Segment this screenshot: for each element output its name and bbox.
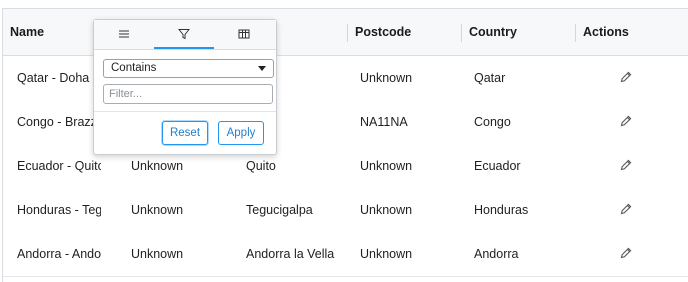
menu-icon (119, 30, 129, 38)
column-header-country[interactable]: Country (462, 9, 575, 55)
cell-col2: Unknown (131, 247, 184, 261)
pencil-icon[interactable] (619, 246, 633, 260)
cell-name: Congo - Brazza (17, 115, 101, 129)
cell-country: Honduras (474, 203, 529, 217)
tab-columns[interactable] (214, 20, 276, 49)
table-row[interactable]: Andorra - Andorr Unknown Andorra la Vella U… (3, 232, 688, 277)
filter-popup-tabs (94, 20, 276, 50)
pencil-icon[interactable] (619, 114, 633, 128)
tab-filter[interactable] (154, 20, 214, 49)
cell-name: Honduras - Tegu (17, 203, 101, 217)
filter-icon (178, 29, 190, 40)
pencil-icon[interactable] (619, 202, 633, 216)
popup-divider (94, 111, 276, 112)
cell-name: Andorra - Andorr (17, 247, 101, 261)
cell-name: Ecuador - Quito (17, 159, 101, 173)
cell-country: Qatar (474, 71, 506, 85)
reset-button[interactable]: Reset (162, 121, 208, 145)
cell-postcode: Unknown (360, 159, 413, 173)
chevron-down-icon (258, 66, 266, 71)
column-header-postcode[interactable]: Postcode (348, 9, 461, 55)
column-header-actions[interactable]: Actions (576, 9, 688, 55)
filter-text-input[interactable] (103, 84, 273, 104)
filter-condition-value: Contains (111, 62, 157, 74)
cell-country: Congo (474, 115, 511, 129)
tab-general-menu[interactable] (94, 20, 154, 49)
cell-country: Andorra (474, 247, 519, 261)
cell-postcode: Unknown (360, 247, 413, 261)
table-row[interactable]: Honduras - Tegu Unknown Tegucigalpa Unknown… (3, 188, 688, 233)
cell-postcode: NA11NA (360, 115, 408, 129)
cell-col2: Unknown (131, 203, 184, 217)
apply-button[interactable]: Apply (218, 121, 264, 145)
pencil-icon[interactable] (619, 70, 633, 84)
columns-icon (238, 29, 250, 39)
filter-condition-select[interactable]: Contains (103, 59, 274, 78)
cell-postcode: Unknown (360, 203, 413, 217)
column-filter-popup: Contains Reset Apply (93, 19, 277, 155)
cell-postcode: Unknown (360, 71, 413, 85)
cell-col3: Andorra la Vella (246, 247, 335, 261)
pencil-icon[interactable] (619, 158, 633, 172)
cell-name: Qatar - Doha (17, 71, 90, 85)
cell-col3: Tegucigalpa (246, 203, 313, 217)
cell-country: Ecuador (474, 159, 521, 173)
